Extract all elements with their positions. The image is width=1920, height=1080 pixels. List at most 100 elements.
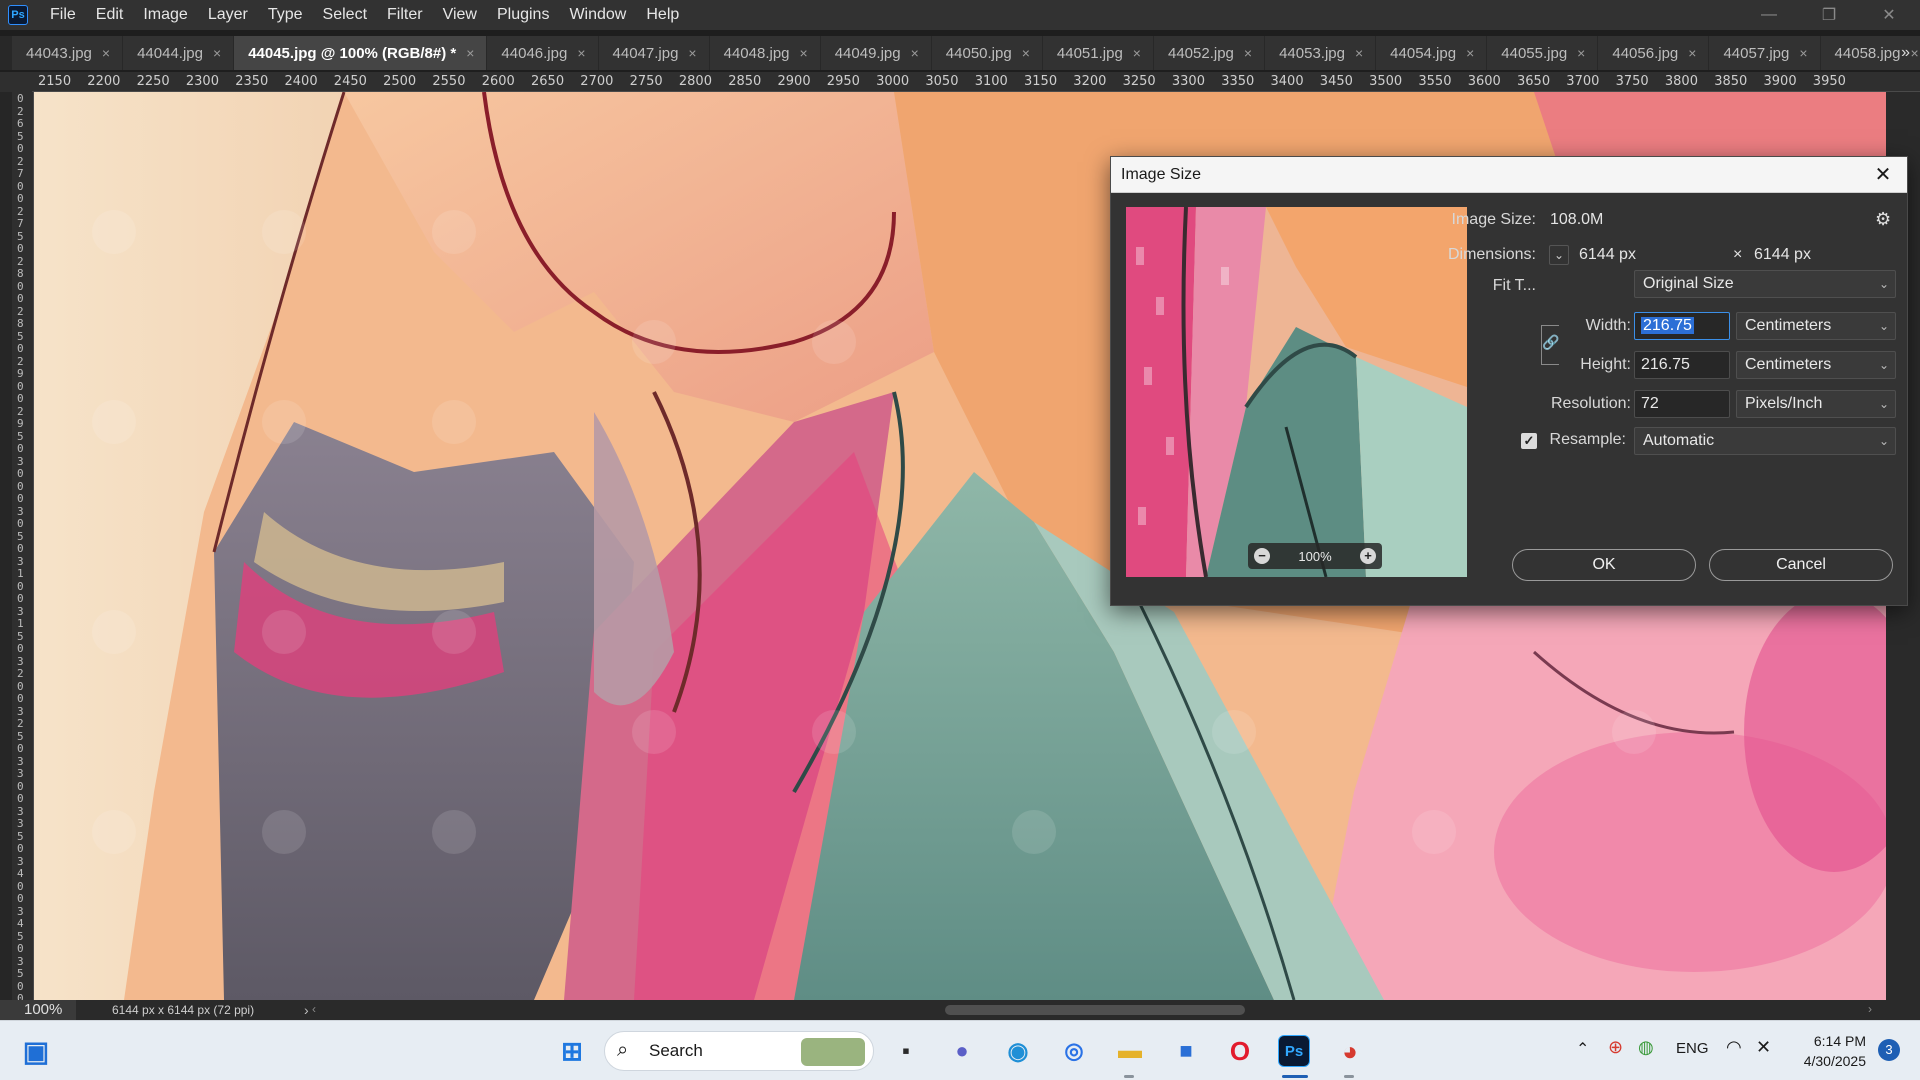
network-globe-icon[interactable]: ◍ xyxy=(1638,1037,1654,1058)
ruler-tick-label: 2250 xyxy=(136,74,170,89)
clock[interactable]: 6:14 PM 4/30/2025 xyxy=(1804,1031,1866,1071)
tab-close-icon[interactable]: × xyxy=(1688,45,1696,61)
constrain-proportions-link-icon[interactable]: 🔗 xyxy=(1542,334,1559,354)
tab-close-icon[interactable]: × xyxy=(1799,45,1807,61)
tab-close-icon[interactable]: × xyxy=(1133,45,1141,61)
notification-badge[interactable]: 3 xyxy=(1878,1039,1900,1061)
horizontal-scroll-thumb[interactable] xyxy=(945,1005,1245,1015)
image-preview[interactable]: − 100% + xyxy=(1126,207,1467,577)
tab-document[interactable]: 44053.jpg × xyxy=(1265,36,1376,70)
menu-window[interactable]: Window xyxy=(559,0,636,30)
width-unit-dropdown[interactable]: Centimeters ⌄ xyxy=(1736,312,1896,340)
tab-overflow-icon[interactable]: » xyxy=(1901,44,1910,62)
start-icon[interactable]: ⊞ xyxy=(556,1035,588,1067)
dialog-close-icon[interactable]: ✕ xyxy=(1871,163,1895,187)
menu-layer[interactable]: Layer xyxy=(198,0,258,30)
zoom-in-icon[interactable]: + xyxy=(1360,548,1376,564)
tab-close-icon[interactable]: × xyxy=(1244,45,1252,61)
close-window-button[interactable]: ✕ xyxy=(1860,0,1918,30)
tab-document[interactable]: 44056.jpg × xyxy=(1598,36,1709,70)
menu-file[interactable]: File xyxy=(40,0,86,30)
edge-icon[interactable]: ◉ xyxy=(1002,1035,1034,1067)
clock-time: 6:14 PM xyxy=(1813,1033,1866,1049)
tab-document[interactable]: 44055.jpg × xyxy=(1487,36,1598,70)
menu-plugins[interactable]: Plugins xyxy=(487,0,559,30)
tab-close-icon[interactable]: × xyxy=(911,45,919,61)
menu-filter[interactable]: Filter xyxy=(377,0,433,30)
tab-document[interactable]: 44049.jpg × xyxy=(820,36,931,70)
menu-edit[interactable]: Edit xyxy=(86,0,134,30)
tab-label: 44049.jpg xyxy=(834,44,901,62)
vpn-icon[interactable]: ⊕ xyxy=(1608,1037,1623,1058)
fit-to-dropdown[interactable]: Original Size ⌄ xyxy=(1634,270,1896,298)
width-input[interactable]: 216.75 xyxy=(1634,312,1730,340)
tab-document[interactable]: 44045.jpg @ 100% (RGB/8#) * × xyxy=(234,36,487,70)
ruler-digit: 7 xyxy=(17,167,24,180)
resolution-input[interactable]: 72 xyxy=(1634,390,1730,418)
file-explorer-icon[interactable]: ▬ xyxy=(1114,1035,1146,1067)
tab-close-icon[interactable]: × xyxy=(1355,45,1363,61)
tab-close-icon[interactable]: × xyxy=(1577,45,1585,61)
tab-close-icon[interactable]: × xyxy=(577,45,585,61)
ruler-digit: 0 xyxy=(17,842,24,855)
dimensions-unit-chevron-icon[interactable]: ⌄ xyxy=(1549,245,1569,265)
tab-document[interactable]: 44051.jpg × xyxy=(1042,36,1153,70)
store-icon[interactable]: ■ xyxy=(1170,1035,1202,1067)
tab-close-icon[interactable]: × xyxy=(102,45,110,61)
resolution-unit-dropdown[interactable]: Pixels/Inch ⌄ xyxy=(1736,390,1896,418)
ruler-digit: 3 xyxy=(17,754,24,768)
menu-type[interactable]: Type xyxy=(258,0,313,30)
task-view-icon[interactable]: ▪ xyxy=(890,1035,922,1067)
height-input[interactable]: 216.75 xyxy=(1634,351,1730,379)
tab-document[interactable]: 44057.jpg × xyxy=(1709,36,1820,70)
chrome-icon[interactable]: ◕ xyxy=(1334,1035,1366,1067)
task-view-widget-icon[interactable]: ▣ xyxy=(20,1035,52,1067)
tab-close-icon[interactable]: × xyxy=(688,45,696,61)
speaker-muted-icon[interactable]: ✕ xyxy=(1756,1037,1771,1058)
status-menu-arrow-icon[interactable]: › xyxy=(304,1002,309,1018)
menu-help[interactable]: Help xyxy=(636,0,689,30)
tab-document[interactable]: 44048.jpg × xyxy=(709,36,820,70)
tab-close-icon[interactable]: × xyxy=(466,45,474,61)
opera-icon[interactable]: O xyxy=(1224,1035,1256,1067)
restore-button[interactable]: ❐ xyxy=(1800,0,1858,30)
tab-document[interactable]: 44052.jpg × xyxy=(1153,36,1265,70)
height-unit-dropdown[interactable]: Centimeters ⌄ xyxy=(1736,351,1896,379)
teams-icon[interactable]: ● xyxy=(946,1035,978,1067)
snipping-tool-icon[interactable]: ◎ xyxy=(1058,1035,1090,1067)
taskbar-search[interactable]: ⌕ Search xyxy=(604,1031,874,1071)
zoom-level[interactable]: 100% xyxy=(0,1000,76,1020)
settings-gear-icon[interactable]: ⚙ xyxy=(1875,209,1891,230)
tab-close-icon[interactable]: × xyxy=(213,45,221,61)
tab-label: 44058.jpg xyxy=(1834,44,1901,62)
tab-document[interactable]: 44044.jpg × xyxy=(123,36,234,70)
tray-overflow-icon[interactable]: ⌃ xyxy=(1576,1039,1589,1059)
tab-document[interactable]: 44050.jpg × xyxy=(931,36,1042,70)
language-indicator[interactable]: ENG xyxy=(1676,1040,1709,1057)
tab-document[interactable]: 44047.jpg × xyxy=(598,36,709,70)
tab-close-icon[interactable]: × xyxy=(1910,45,1918,61)
menu-select[interactable]: Select xyxy=(313,0,377,30)
menu-image[interactable]: Image xyxy=(133,0,197,30)
tab-close-icon[interactable]: × xyxy=(800,45,808,61)
zoom-out-icon[interactable]: − xyxy=(1254,548,1270,564)
wifi-icon[interactable]: ◠ xyxy=(1726,1037,1742,1058)
tab-close-icon[interactable]: × xyxy=(1466,45,1474,61)
minimize-button[interactable]: — xyxy=(1740,0,1798,30)
cancel-button[interactable]: Cancel xyxy=(1709,549,1893,581)
menu-view[interactable]: View xyxy=(433,0,487,30)
resample-dropdown[interactable]: Automatic ⌄ xyxy=(1634,427,1896,455)
resample-checkbox[interactable]: ✓ xyxy=(1521,433,1537,449)
dialog-title: Image Size xyxy=(1111,157,1907,193)
scroll-right-icon[interactable]: › xyxy=(1868,1002,1872,1016)
search-icon: ⌕ xyxy=(617,1039,629,1061)
ruler-digit: 5 xyxy=(17,967,24,980)
tab-document[interactable]: 44043.jpg × xyxy=(12,36,123,70)
tab-close-icon[interactable]: × xyxy=(1022,45,1030,61)
photoshop-icon[interactable]: Ps xyxy=(1278,1035,1310,1067)
tab-document[interactable]: 44046.jpg × xyxy=(487,36,598,70)
tab-document[interactable]: 44054.jpg × xyxy=(1376,36,1487,70)
ruler-digit: 0 xyxy=(17,779,24,793)
dimensions-width: 6144 px xyxy=(1579,246,1636,263)
ok-button[interactable]: OK xyxy=(1512,549,1696,581)
